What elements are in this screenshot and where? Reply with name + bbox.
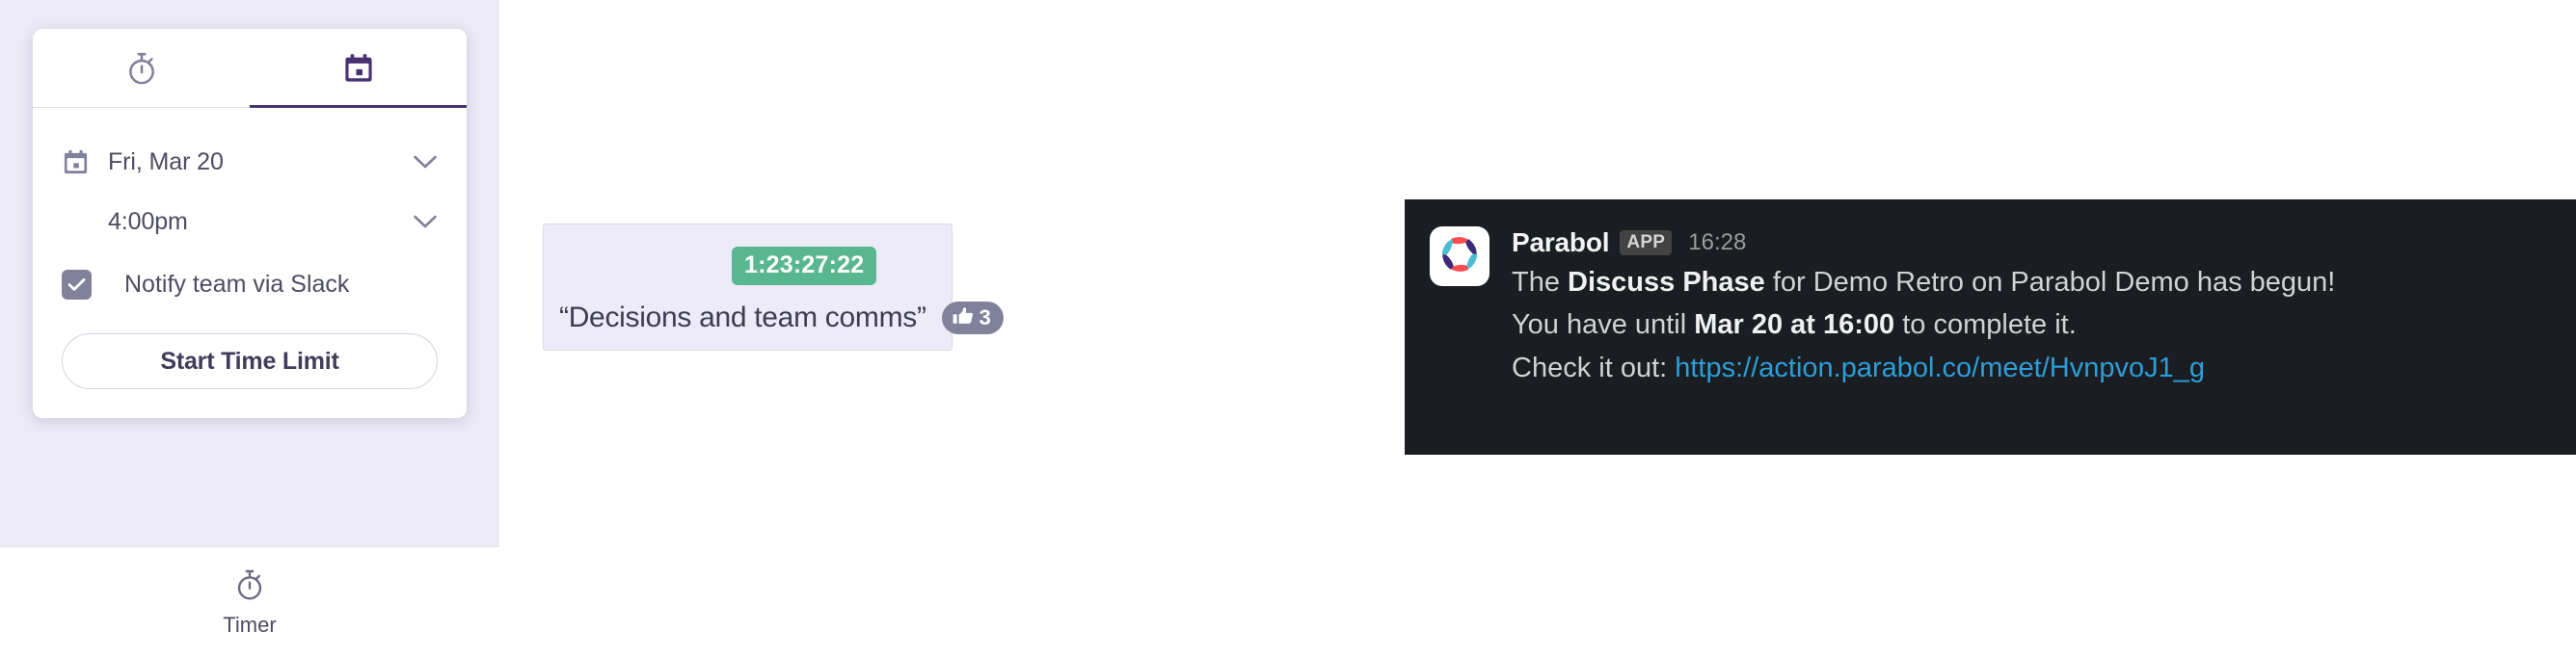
line3-pre: Check it out: <box>1512 352 1676 383</box>
slack-author-name[interactable]: Parabol <box>1512 227 1610 258</box>
discuss-topic-card: 1:23:27:22 “Decisions and team comms” 3 <box>543 223 1004 351</box>
tab-stopwatch[interactable] <box>33 29 250 107</box>
bottom-nav-timer[interactable]: Timer <box>0 546 499 657</box>
thumbs-up-icon <box>953 306 974 330</box>
chevron-down-icon[interactable] <box>405 154 438 170</box>
chevron-down-icon[interactable] <box>405 214 438 229</box>
notify-checkbox[interactable] <box>62 269 92 300</box>
countdown-timer-badge: 1:23:27:22 <box>732 247 877 285</box>
timer-card: Fri, Mar 20 4:00pm Notify team via Slack… <box>33 29 467 418</box>
bottom-nav-timer-label: Timer <box>223 612 277 637</box>
slack-message: Parabol APP 16:28 The Discuss Phase for … <box>1405 199 2576 455</box>
meeting-link[interactable]: https://action.parabol.co/meet/HvnpvoJ1_… <box>1675 353 2205 383</box>
date-picker-row[interactable]: Fri, Mar 20 <box>62 135 438 189</box>
notify-slack-label: Notify team via Slack <box>124 270 350 298</box>
timer-panel-upper: Fri, Mar 20 4:00pm Notify team via Slack… <box>0 0 499 546</box>
line1-post: for Demo Retro on Parabol Demo has begun… <box>1764 267 2336 298</box>
vote-count-value: 3 <box>979 305 991 329</box>
start-time-limit-button[interactable]: Start Time Limit <box>62 333 438 389</box>
timer-tabbar <box>33 29 467 108</box>
timer-side-panel: Fri, Mar 20 4:00pm Notify team via Slack… <box>0 0 499 657</box>
stopwatch-icon <box>125 50 158 87</box>
timer-card-body: Fri, Mar 20 4:00pm Notify team via Slack… <box>33 108 467 418</box>
vote-count-pill[interactable]: 3 <box>941 302 1004 334</box>
calendar-icon <box>342 52 375 85</box>
slack-message-line-3: Check it out: https://action.parabol.co/… <box>1512 350 2335 386</box>
notify-slack-row[interactable]: Notify team via Slack <box>62 254 438 314</box>
slack-message-body: Parabol APP 16:28 The Discuss Phase for … <box>1512 226 2335 455</box>
calendar-icon <box>62 148 108 176</box>
slack-message-line-1: The Discuss Phase for Demo Retro on Para… <box>1512 264 2335 301</box>
line2-post: to complete it. <box>1894 309 2077 341</box>
avatar <box>1430 226 1489 286</box>
time-picker-row[interactable]: 4:00pm <box>62 195 438 249</box>
slack-message-header: Parabol APP 16:28 <box>1512 227 2335 258</box>
line1-pre: The <box>1512 267 1569 298</box>
line1-bold: Discuss Phase <box>1568 267 1765 298</box>
parabol-logo-icon <box>1436 230 1484 283</box>
tab-calendar[interactable] <box>250 29 467 108</box>
screen-root: Fri, Mar 20 4:00pm Notify team via Slack… <box>0 0 2576 657</box>
line2-pre: You have until <box>1512 309 1695 341</box>
status-badge: APP <box>1620 230 1673 255</box>
time-value: 4:00pm <box>108 207 188 235</box>
slack-message-line-2: You have until Mar 20 at 16:00 to comple… <box>1512 306 2335 343</box>
discuss-topic-line: “Decisions and team comms” 3 <box>559 302 1004 334</box>
stopwatch-icon <box>234 567 265 607</box>
date-value: Fri, Mar 20 <box>108 147 224 175</box>
checkmark-icon <box>67 277 86 291</box>
discuss-topic-text: “Decisions and team comms” <box>559 302 926 333</box>
notify-checkbox-wrap[interactable] <box>62 269 108 300</box>
line2-bold: Mar 20 at 16:00 <box>1694 309 1895 341</box>
slack-timestamp[interactable]: 16:28 <box>1688 229 1746 256</box>
